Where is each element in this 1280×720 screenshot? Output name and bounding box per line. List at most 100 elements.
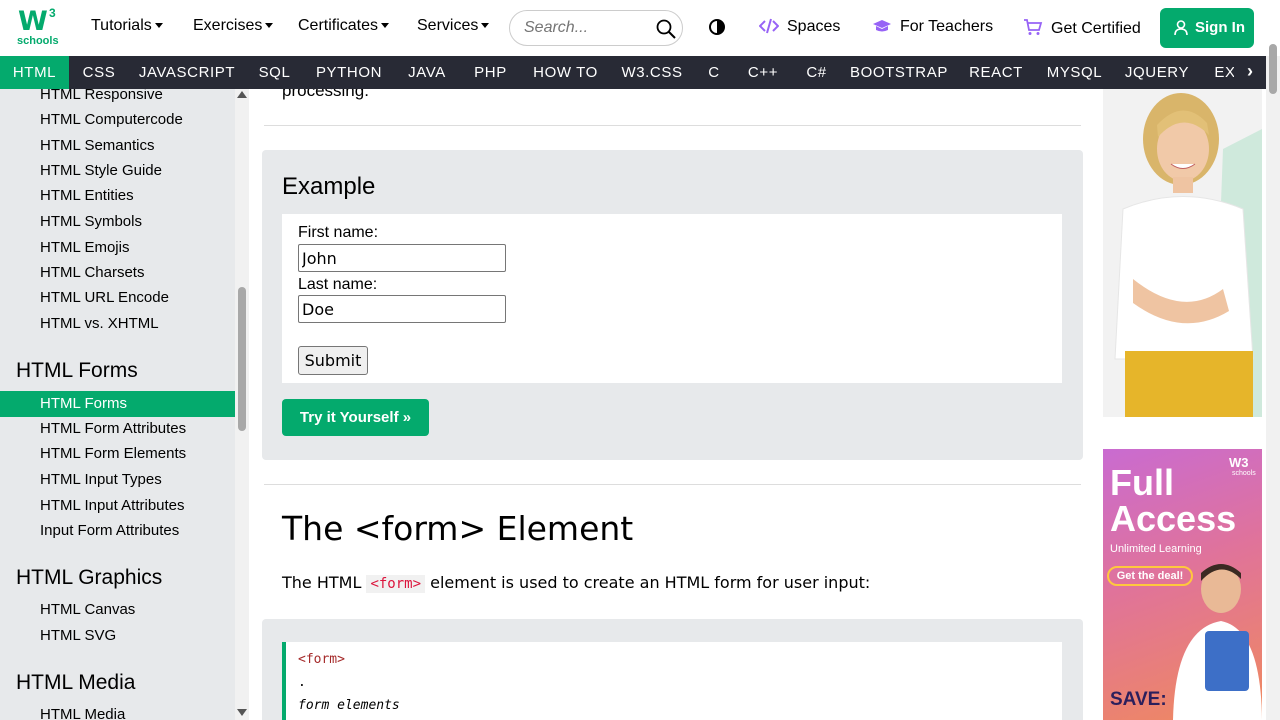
ad-headline-line1: Full <box>1110 462 1174 503</box>
code-block: <form> . form elements <box>282 642 1062 720</box>
code-line: . <box>298 675 306 690</box>
subject-how-to[interactable]: HOW TO <box>521 56 610 89</box>
scroll-down-arrow-icon[interactable] <box>237 709 247 716</box>
subject-react[interactable]: REACT <box>957 56 1035 89</box>
spaces-label: Spaces <box>787 18 841 35</box>
subject-css[interactable]: CSS <box>69 56 129 89</box>
sidebar-item-vs-xhtml[interactable]: HTML vs. XHTML <box>0 313 235 337</box>
code-line: <form> <box>298 652 345 667</box>
subject-navbar: HTML CSS JAVASCRIPT SQL PYTHON JAVA PHP … <box>0 56 1266 89</box>
example-output: First name: Last name: Submit <box>282 214 1062 383</box>
sidebar-item-input-types[interactable]: HTML Input Types <box>0 469 235 493</box>
tutorials-label: Tutorials <box>91 17 152 34</box>
subject-csharp[interactable]: C# <box>792 56 841 89</box>
sidebar-item-computercode[interactable]: HTML Computercode <box>0 109 235 133</box>
certificates-label: Certificates <box>298 17 379 34</box>
ad-save-text: SAVE: <box>1110 689 1167 710</box>
ad-banner-full-access[interactable]: W3 schools Full Access Unlimited Learnin… <box>1103 449 1262 720</box>
sidebar-item-media[interactable]: HTML Media <box>0 704 235 720</box>
divider <box>264 484 1081 485</box>
subject-cpp[interactable]: C++ <box>734 56 792 89</box>
search-box <box>509 10 683 46</box>
get-certified-label: Get Certified <box>1051 20 1141 37</box>
get-certified-link[interactable]: Get Certified <box>1023 18 1141 38</box>
paragraph-text: element is used to create an HTML form f… <box>425 573 871 592</box>
page-scroll-thumb[interactable] <box>1269 44 1277 94</box>
code-tag: <form> <box>298 652 345 667</box>
subject-jquery[interactable]: JQUERY <box>1114 56 1200 89</box>
w3schools-logo[interactable]: W 3 schools <box>16 6 60 48</box>
paragraph-text: The HTML <box>282 573 367 592</box>
ad-column: W3 schools Full Access Unlimited Learnin… <box>1095 89 1266 720</box>
subject-bootstrap[interactable]: BOOTSTRAP <box>841 56 957 89</box>
sign-in-label: Sign In <box>1195 19 1245 36</box>
graduation-cap-icon <box>873 20 891 32</box>
sidebar-item-symbols[interactable]: HTML Symbols <box>0 211 235 235</box>
subject-java[interactable]: JAVA <box>394 56 460 89</box>
section-paragraph: The HTML <form> element is used to creat… <box>282 573 871 593</box>
cart-icon <box>1024 19 1043 35</box>
sign-in-button[interactable]: Sign In <box>1160 8 1254 48</box>
caret-down-icon <box>265 23 274 29</box>
user-icon <box>1174 20 1188 36</box>
inline-code: <form> <box>366 575 426 593</box>
subject-python[interactable]: PYTHON <box>304 56 394 89</box>
sidebar-item-form-elements[interactable]: HTML Form Elements <box>0 443 235 467</box>
sidebar-scrollbar[interactable] <box>235 89 249 720</box>
example-title: Example <box>282 173 376 200</box>
subject-html[interactable]: HTML <box>0 56 69 89</box>
main-content: processing. Example First name: Last nam… <box>249 89 1095 720</box>
search-input[interactable] <box>524 18 650 38</box>
sidebar-item-forms[interactable]: HTML Forms <box>0 391 235 417</box>
ad-banner-woman[interactable] <box>1103 89 1262 417</box>
sidebar-item-url-encode[interactable]: HTML URL Encode <box>0 287 235 311</box>
sidebar-scroll-thumb[interactable] <box>238 287 246 431</box>
try-it-yourself-button[interactable]: Try it Yourself » <box>282 399 429 436</box>
sidebar-item-style-guide[interactable]: HTML Style Guide <box>0 160 235 184</box>
certificates-menu[interactable]: Certificates <box>298 17 390 35</box>
example-panel: Example First name: Last name: Submit Tr… <box>262 150 1083 460</box>
sidebar-item-form-attributes[interactable]: HTML Form Attributes <box>0 418 235 442</box>
first-name-label: First name: <box>298 224 379 241</box>
subject-javascript[interactable]: JAVASCRIPT <box>129 56 245 89</box>
search-icon[interactable] <box>656 19 676 39</box>
sidebar: HTML Responsive HTML Computercode HTML S… <box>0 89 235 720</box>
sidebar-item-responsive[interactable]: HTML Responsive <box>0 89 235 108</box>
tutorials-menu[interactable]: Tutorials <box>91 17 163 35</box>
subject-mysql[interactable]: MYSQL <box>1035 56 1114 89</box>
sidebar-item-input-attributes[interactable]: HTML Input Attributes <box>0 495 235 519</box>
exercises-menu[interactable]: Exercises <box>193 17 274 35</box>
sidebar-item-entities[interactable]: HTML Entities <box>0 185 235 209</box>
contrast-toggle-icon[interactable] <box>709 19 725 35</box>
code-icon <box>758 18 780 34</box>
exercises-label: Exercises <box>193 17 263 34</box>
sidebar-item-input-form-attributes[interactable]: Input Form Attributes <box>0 520 235 544</box>
subject-w3css[interactable]: W3.CSS <box>610 56 694 89</box>
sidebar-item-svg[interactable]: HTML SVG <box>0 625 235 649</box>
previous-text: processing. <box>282 89 369 100</box>
code-line: form elements <box>298 698 400 713</box>
spaces-link[interactable]: Spaces <box>758 18 841 36</box>
scroll-up-arrow-icon[interactable] <box>237 91 247 98</box>
ad-headline-line2: Access <box>1110 498 1237 539</box>
woman-photo-icon <box>1103 89 1262 417</box>
sidebar-item-semantics[interactable]: HTML Semantics <box>0 135 235 159</box>
sidebar-heading-forms: HTML Forms <box>16 359 138 382</box>
subject-sql[interactable]: SQL <box>245 56 304 89</box>
submit-button[interactable]: Submit <box>298 346 368 375</box>
man-photo-icon <box>1173 564 1262 720</box>
sidebar-heading-graphics: HTML Graphics <box>16 566 163 589</box>
caret-down-icon <box>381 23 390 29</box>
page-scrollbar[interactable] <box>1266 44 1280 720</box>
sidebar-item-canvas[interactable]: HTML Canvas <box>0 599 235 623</box>
for-teachers-link[interactable]: For Teachers <box>872 18 993 36</box>
chevron-right-icon[interactable]: › <box>1234 56 1266 89</box>
last-name-field[interactable] <box>298 295 506 323</box>
sidebar-item-charsets[interactable]: HTML Charsets <box>0 262 235 286</box>
subject-c[interactable]: C <box>694 56 734 89</box>
services-menu[interactable]: Services <box>417 17 490 35</box>
sidebar-item-emojis[interactable]: HTML Emojis <box>0 237 235 261</box>
first-name-field[interactable] <box>298 244 506 272</box>
subject-php[interactable]: PHP <box>460 56 521 89</box>
caret-down-icon <box>481 23 490 29</box>
